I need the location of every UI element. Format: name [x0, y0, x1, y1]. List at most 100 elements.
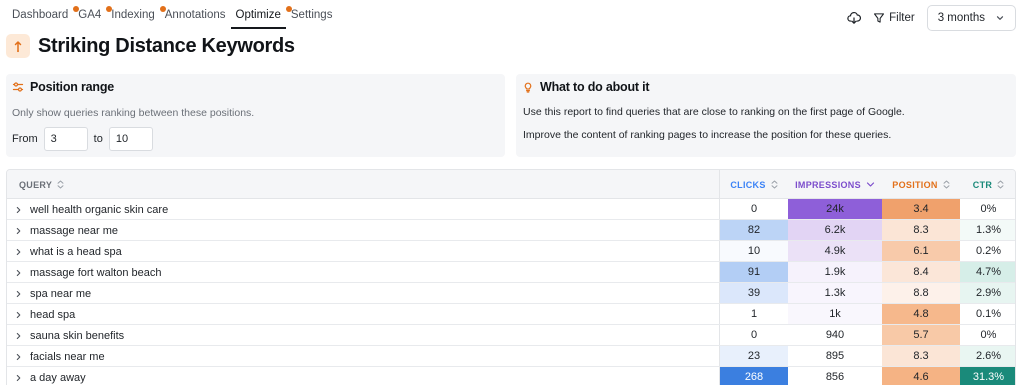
table-row[interactable]: massage near me 82 6.2k 8.3 1.3%: [7, 220, 1015, 241]
query-cell[interactable]: head spa: [15, 304, 75, 325]
sort-descending-icon: [866, 182, 875, 187]
query-text: massage fort walton beach: [30, 266, 162, 279]
clicks-cell: 10: [719, 241, 788, 261]
what-to-do-card: What to do about it Use this report to f…: [516, 74, 1016, 157]
query-cell[interactable]: what is a head spa: [15, 241, 122, 262]
top-navigation: Dashboard GA4 Indexing Annotations Optim…: [0, 0, 1024, 31]
tab-label: Optimize: [235, 9, 281, 21]
position-cell: 6.1: [882, 241, 960, 261]
nav-tabs: Dashboard GA4 Indexing Annotations Optim…: [6, 6, 337, 29]
query-cell[interactable]: facials near me: [15, 346, 105, 367]
table-row[interactable]: sauna skin benefits 0 940 5.7 0%: [7, 325, 1015, 346]
table-row[interactable]: well health organic skin care 0 24k 3.4 …: [7, 199, 1015, 220]
range-inputs: From to: [12, 127, 159, 151]
impressions-cell: 6.2k: [788, 220, 882, 240]
query-cell[interactable]: massage near me: [15, 220, 118, 241]
sort-icon: [57, 180, 64, 189]
position-cell: 8.3: [882, 346, 960, 366]
tab-label: Dashboard: [12, 9, 69, 21]
column-header-clicks[interactable]: CLICKS: [719, 170, 788, 199]
position-cell: 3.4: [882, 199, 960, 219]
query-cell[interactable]: sauna skin benefits: [15, 325, 124, 346]
tab-settings[interactable]: Settings: [285, 6, 338, 29]
filter-label: Filter: [889, 12, 915, 24]
page-title: Striking Distance Keywords: [38, 34, 295, 57]
query-cell[interactable]: well health organic skin care: [15, 199, 168, 220]
from-position-input[interactable]: [43, 127, 88, 151]
sliders-icon: [12, 82, 24, 92]
from-label: From: [12, 133, 38, 145]
card-heading: What to do about it: [522, 80, 650, 94]
position-cell: 5.7: [882, 325, 960, 345]
tab-label: Settings: [290, 9, 333, 21]
column-header-position[interactable]: POSITION: [882, 170, 960, 199]
position-cell: 4.6: [882, 367, 960, 385]
ctr-cell: 4.7%: [960, 262, 1015, 282]
download-button[interactable]: [843, 7, 865, 29]
tab-dashboard[interactable]: Dashboard: [6, 6, 73, 29]
period-select[interactable]: 3 months: [926, 5, 1016, 31]
card-heading-text: Position range: [30, 80, 115, 94]
chevron-right-icon: [16, 206, 21, 213]
filter-button[interactable]: Filter: [873, 12, 915, 24]
table-row[interactable]: facials near me 23 895 8.3 2.6%: [7, 346, 1015, 367]
query-text: sauna skin benefits: [30, 329, 125, 342]
card-text-line: Use this report to find queries that are…: [523, 106, 905, 118]
to-label: to: [93, 133, 103, 145]
table-row[interactable]: a day away 268 856 4.6 31.3%: [7, 367, 1015, 385]
tab-label: GA4: [78, 9, 102, 21]
chevron-right-icon: [16, 227, 21, 234]
card-description: Only show queries ranking between these …: [12, 107, 255, 119]
column-label: CLICKS: [730, 179, 766, 190]
column-header-impressions[interactable]: IMPRESSIONS: [788, 170, 882, 199]
query-text: facials near me: [30, 350, 105, 363]
title-icon-badge: [6, 34, 30, 58]
query-cell[interactable]: a day away: [15, 367, 86, 385]
chevron-right-icon: [16, 353, 21, 360]
sort-icon: [997, 180, 1004, 189]
impressions-cell: 1.3k: [788, 283, 882, 303]
clicks-cell: 39: [719, 283, 788, 303]
column-header-query[interactable]: QUERY: [19, 170, 64, 199]
position-cell: 8.4: [882, 262, 960, 282]
table-row[interactable]: spa near me 39 1.3k 8.8 2.9%: [7, 283, 1015, 304]
filter-icon: [874, 13, 885, 23]
chevron-right-icon: [16, 269, 21, 276]
ctr-cell: 2.9%: [960, 283, 1015, 303]
ctr-cell: 0.2%: [960, 241, 1015, 261]
tab-ga4[interactable]: GA4: [73, 6, 106, 29]
clicks-cell: 23: [719, 346, 788, 366]
position-cell: 8.8: [882, 283, 960, 303]
tab-indexing[interactable]: Indexing: [106, 6, 159, 29]
card-text-line: Improve the content of ranking pages to …: [523, 129, 892, 141]
tab-annotations[interactable]: Annotations: [159, 6, 231, 29]
column-header-ctr[interactable]: CTR: [960, 170, 1015, 199]
table-row[interactable]: head spa 1 1k 4.8 0.1%: [7, 304, 1015, 325]
lightbulb-icon: [524, 82, 532, 93]
position-cell: 4.8: [882, 304, 960, 324]
ctr-cell: 0%: [960, 325, 1015, 345]
impressions-cell: 4.9k: [788, 241, 882, 261]
ctr-cell: 1.3%: [960, 220, 1015, 240]
chevron-down-icon: [996, 16, 1004, 20]
chevron-right-icon: [16, 290, 21, 297]
clicks-cell: 0: [719, 199, 788, 219]
clicks-cell: 91: [719, 262, 788, 282]
tab-optimize[interactable]: Optimize: [230, 6, 286, 29]
column-label: IMPRESSIONS: [795, 179, 861, 190]
notification-dot: [285, 6, 292, 12]
card-heading-text: What to do about it: [540, 80, 650, 94]
to-position-input[interactable]: [108, 127, 153, 151]
query-text: massage near me: [30, 224, 119, 237]
clicks-cell: 268: [719, 367, 788, 385]
chevron-right-icon: [16, 374, 21, 381]
chevron-right-icon: [16, 332, 21, 339]
impressions-cell: 940: [788, 325, 882, 345]
query-cell[interactable]: spa near me: [15, 283, 91, 304]
table-row[interactable]: what is a head spa 10 4.9k 6.1 0.2%: [7, 241, 1015, 262]
query-text: what is a head spa: [30, 245, 122, 258]
table-row[interactable]: massage fort walton beach 91 1.9k 8.4 4.…: [7, 262, 1015, 283]
query-cell[interactable]: massage fort walton beach: [15, 262, 161, 283]
chevron-right-icon: [16, 248, 21, 255]
impressions-cell: 856: [788, 367, 882, 385]
